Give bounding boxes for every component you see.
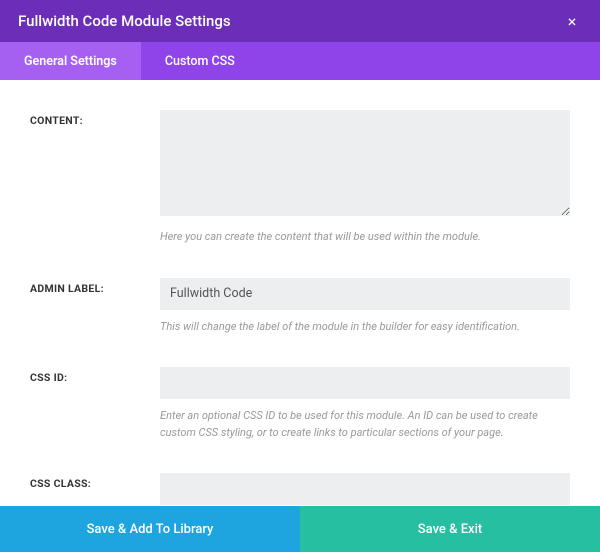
form-body: CONTENT: Here you can create the content… xyxy=(0,80,600,506)
css-id-input[interactable] xyxy=(160,367,570,399)
close-icon[interactable]: × xyxy=(562,12,582,31)
content-help: Here you can create the content that wil… xyxy=(160,229,570,246)
tab-custom-css[interactable]: Custom CSS xyxy=(141,42,259,80)
admin-label-field-wrap: This will change the label of the module… xyxy=(160,278,570,336)
save-add-library-button[interactable]: Save & Add To Library xyxy=(0,506,300,552)
css-id-label: CSS ID: xyxy=(30,367,160,441)
row-css-class: CSS CLASS: Enter optional CSS classes to… xyxy=(30,473,570,506)
row-css-id: CSS ID: Enter an optional CSS ID to be u… xyxy=(30,367,570,441)
row-admin-label: ADMIN LABEL: This will change the label … xyxy=(30,278,570,336)
admin-label-help: This will change the label of the module… xyxy=(160,319,570,336)
modal-header: Fullwidth Code Module Settings × xyxy=(0,0,600,42)
content-textarea[interactable] xyxy=(160,110,570,216)
admin-label-label: ADMIN LABEL: xyxy=(30,278,160,336)
modal-title: Fullwidth Code Module Settings xyxy=(18,12,231,30)
content-field-wrap: Here you can create the content that wil… xyxy=(160,110,570,246)
css-id-field-wrap: Enter an optional CSS ID to be used for … xyxy=(160,367,570,441)
css-class-input[interactable] xyxy=(160,473,570,505)
tab-general-settings[interactable]: General Settings xyxy=(0,42,141,80)
row-content: CONTENT: Here you can create the content… xyxy=(30,110,570,246)
content-label: CONTENT: xyxy=(30,110,160,246)
admin-label-input[interactable] xyxy=(160,278,570,310)
save-exit-button[interactable]: Save & Exit xyxy=(300,506,600,552)
css-class-label: CSS CLASS: xyxy=(30,473,160,506)
modal-footer: Save & Add To Library Save & Exit xyxy=(0,506,600,552)
tab-bar: General Settings Custom CSS xyxy=(0,42,600,80)
css-class-field-wrap: Enter optional CSS classes to be used fo… xyxy=(160,473,570,506)
css-id-help: Enter an optional CSS ID to be used for … xyxy=(160,408,570,441)
